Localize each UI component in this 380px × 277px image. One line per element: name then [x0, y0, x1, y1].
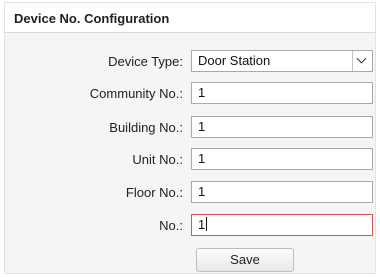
building-no-input[interactable]: 1 — [191, 116, 373, 138]
community-no-label: Community No.: — [89, 86, 183, 101]
building-no-label: Building No.: — [109, 120, 183, 135]
dropdown-button[interactable] — [352, 51, 372, 71]
panel-header: Device No. Configuration — [5, 3, 375, 33]
floor-no-label: Floor No.: — [125, 185, 183, 200]
save-button[interactable]: Save — [196, 248, 294, 272]
unit-no-label: Unit No.: — [132, 152, 183, 167]
device-type-label: Device Type: — [108, 54, 183, 69]
building-no-value: 1 — [198, 119, 206, 134]
floor-no-value: 1 — [198, 184, 206, 199]
no-label: No.: — [159, 218, 183, 233]
device-type-value: Door Station — [198, 53, 271, 68]
unit-no-input[interactable]: 1 — [191, 148, 373, 170]
device-config-panel: Device No. Configuration Device Type: Do… — [4, 2, 376, 274]
device-type-select[interactable]: Door Station — [191, 50, 373, 72]
community-no-input[interactable]: 1 — [191, 82, 373, 104]
no-input[interactable]: 1 — [191, 214, 373, 236]
unit-no-value: 1 — [198, 151, 206, 166]
community-no-value: 1 — [198, 85, 206, 100]
no-value: 1 — [198, 217, 206, 232]
chevron-down-icon — [356, 53, 367, 64]
floor-no-input[interactable]: 1 — [191, 181, 373, 203]
page-title: Device No. Configuration — [14, 11, 170, 26]
text-cursor — [206, 217, 208, 231]
